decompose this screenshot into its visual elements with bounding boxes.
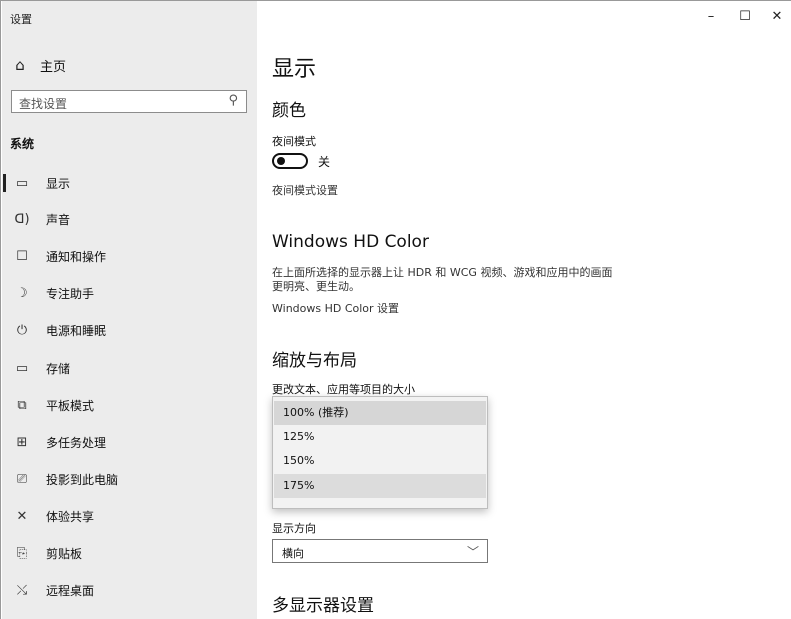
sidebar-item-remote-desktop[interactable]: ⤯ 远程桌面 <box>3 575 257 605</box>
sidebar-item-storage[interactable]: ▭ 存储 <box>3 353 257 383</box>
close-button[interactable]: ✕ <box>767 7 787 27</box>
remote-icon: ⤯ <box>16 582 28 598</box>
toggle-knob <box>277 157 285 165</box>
minimize-button[interactable]: – <box>701 7 721 27</box>
sidebar-item-label: 存储 <box>46 361 71 376</box>
power-icon: ⏻ <box>16 322 28 338</box>
sidebar-item-label: 投影到此电脑 <box>46 472 119 487</box>
sidebar-item-label: 平板模式 <box>46 398 95 413</box>
tablet-icon: ⧉ <box>17 397 27 413</box>
search-icon: ⚲ <box>228 93 238 108</box>
sidebar-item-label: 声音 <box>46 212 71 227</box>
projector-icon: ⎚ <box>16 471 28 487</box>
monitor-icon: ▭ <box>15 175 29 191</box>
night-light-state: 关 <box>318 155 331 169</box>
sidebar-item-label: 体验共享 <box>46 509 95 524</box>
storage-icon: ▭ <box>15 360 29 376</box>
sidebar-section-title: 系统 <box>10 137 35 151</box>
scale-option[interactable]: 175% <box>274 474 486 498</box>
hdr-section-title: Windows HD Color <box>272 232 429 252</box>
sidebar-item-sound[interactable]: ᗡ) 声音 <box>3 204 257 234</box>
share-icon: ✕ <box>16 508 28 524</box>
settings-window: 设置 ⌂ 主页 查找设置 ⚲ 系统 ▭ 显示 ᗡ) 声音 ☐ 通知和操作 ☽ 专… <box>0 0 791 619</box>
night-light-toggle[interactable] <box>272 153 308 169</box>
search-input[interactable]: 查找设置 ⚲ <box>11 90 247 113</box>
scale-option[interactable]: 125% <box>274 425 486 449</box>
scale-dropdown-list: 100% (推荐) 125% 150% 175% <box>272 396 488 509</box>
maximize-button[interactable]: ☐ <box>735 7 755 27</box>
search-placeholder: 查找设置 <box>19 97 68 111</box>
home-label: 主页 <box>40 59 67 75</box>
speaker-icon: ᗡ) <box>14 211 30 227</box>
sidebar-item-display[interactable]: ▭ 显示 <box>3 168 257 198</box>
scale-option[interactable]: 150% <box>274 449 486 473</box>
sidebar-item-label: 显示 <box>46 176 71 191</box>
hdr-description: 在上面所选择的显示器上让 HDR 和 WCG 视频、游戏和应用中的画面更明亮、更… <box>272 266 613 293</box>
orientation-label: 显示方向 <box>272 522 316 535</box>
sidebar-item-label: 专注助手 <box>46 286 95 301</box>
clipboard-icon: ⎘ <box>16 545 28 561</box>
color-section-title: 颜色 <box>272 101 306 121</box>
night-light-settings-link[interactable]: 夜间模式设置 <box>272 182 338 198</box>
sidebar-item-label: 电源和睡眠 <box>46 323 107 338</box>
multi-display-section-title: 多显示器设置 <box>272 596 374 616</box>
scale-option[interactable]: 100% (推荐) <box>274 401 486 425</box>
sidebar: 设置 ⌂ 主页 查找设置 ⚲ 系统 ▭ 显示 ᗡ) 声音 ☐ 通知和操作 ☽ 专… <box>2 1 257 619</box>
page-title: 显示 <box>272 57 317 82</box>
sidebar-item-label: 远程桌面 <box>46 583 95 598</box>
orientation-value: 横向 <box>282 547 304 560</box>
scale-section-title: 缩放与布局 <box>272 351 357 371</box>
sidebar-item-power-sleep[interactable]: ⏻ 电源和睡眠 <box>3 315 257 345</box>
sidebar-item-shared-experiences[interactable]: ✕ 体验共享 <box>3 501 257 531</box>
sidebar-item-tablet-mode[interactable]: ⧉ 平板模式 <box>3 390 257 420</box>
sidebar-item-project[interactable]: ⎚ 投影到此电脑 <box>3 464 257 494</box>
orientation-select[interactable]: 横向 ﹀ <box>272 539 488 563</box>
chevron-down-icon: ﹀ <box>466 545 479 559</box>
night-light-label: 夜间模式 <box>272 135 316 148</box>
multitask-icon: ⊞ <box>16 434 28 450</box>
sidebar-item-multitasking[interactable]: ⊞ 多任务处理 <box>3 427 257 457</box>
notification-icon: ☐ <box>16 248 28 264</box>
sidebar-item-focus-assist[interactable]: ☽ 专注助手 <box>3 278 257 308</box>
scale-label: 更改文本、应用等项目的大小 <box>272 383 415 396</box>
sidebar-item-label: 通知和操作 <box>46 249 107 264</box>
hdr-settings-link[interactable]: Windows HD Color 设置 <box>272 300 399 316</box>
moon-icon: ☽ <box>16 285 28 301</box>
sidebar-item-clipboard[interactable]: ⎘ 剪贴板 <box>3 538 257 568</box>
sidebar-item-label: 多任务处理 <box>46 435 107 450</box>
app-title: 设置 <box>10 13 32 26</box>
sidebar-item-notifications[interactable]: ☐ 通知和操作 <box>3 241 257 271</box>
sidebar-item-label: 剪贴板 <box>46 546 83 561</box>
home-icon: ⌂ <box>15 56 25 74</box>
sidebar-item-home[interactable]: ⌂ 主页 <box>10 53 66 77</box>
